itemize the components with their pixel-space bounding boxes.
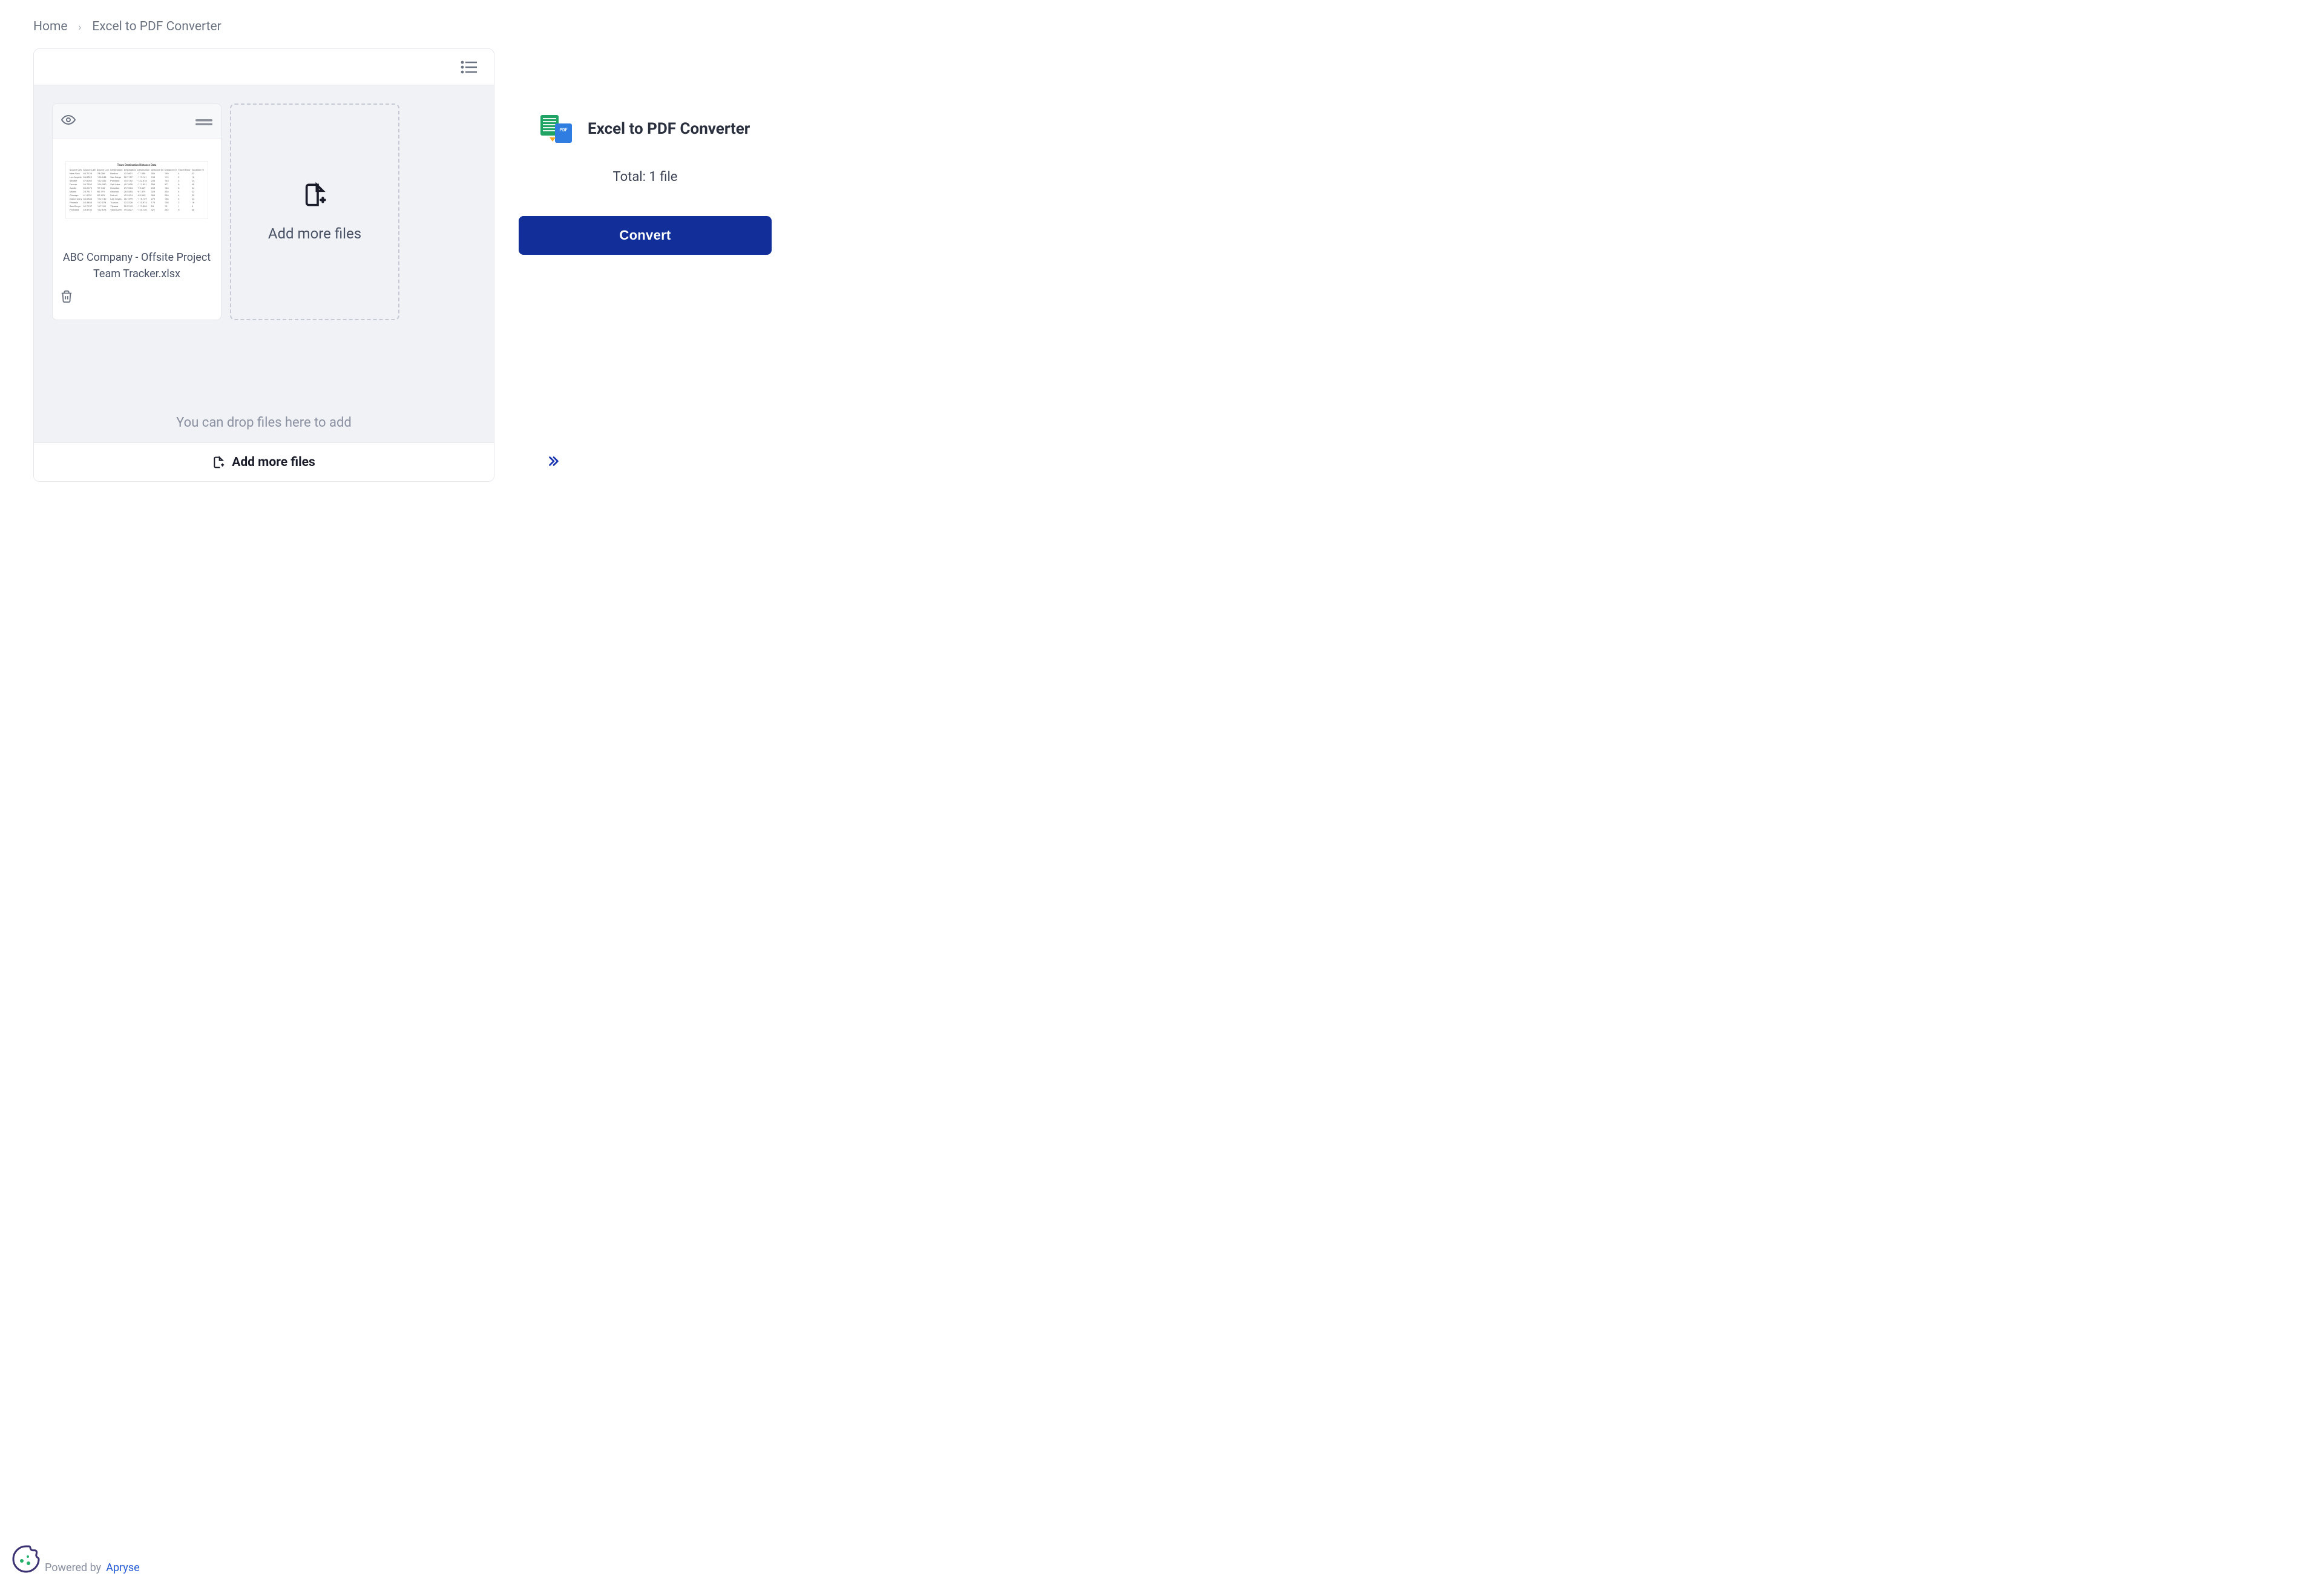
conversion-panel: Excel to PDF Converter Total: 1 file Con…	[519, 48, 772, 482]
chevron-double-right-icon	[547, 455, 560, 468]
list-view-button[interactable]	[456, 54, 482, 80]
total-files: Total: 1 file	[519, 169, 772, 185]
breadcrumb-home[interactable]: Home	[33, 19, 68, 34]
drag-handle-icon[interactable]	[195, 112, 212, 130]
files-drop-area[interactable]: Team Destination Distance Data Source Ci…	[34, 85, 494, 442]
collapse-panel-button[interactable]	[547, 455, 772, 470]
convert-button[interactable]: Convert	[519, 216, 772, 255]
excel-to-pdf-icon	[540, 115, 572, 143]
file-name: ABC Company - Offsite Project Team Track…	[53, 241, 221, 287]
breadcrumb: Home › Excel to PDF Converter	[0, 0, 805, 48]
add-tile-label: Add more files	[268, 225, 361, 242]
trash-icon	[60, 289, 73, 304]
drop-hint: You can drop files here to add	[34, 415, 494, 430]
add-more-files-footer[interactable]: Add more files	[34, 442, 494, 481]
eye-icon	[61, 113, 76, 127]
conversion-title: Excel to PDF Converter	[588, 120, 750, 138]
files-panel: Team Destination Distance Data Source Ci…	[33, 48, 494, 482]
powered-vendor-link[interactable]: Apryse	[106, 1561, 139, 1574]
preview-button[interactable]	[61, 113, 76, 130]
powered-by: Powered by Apryse	[45, 1561, 140, 1574]
add-more-files-tile[interactable]: Add more files	[230, 103, 399, 320]
cookie-consent-button[interactable]	[10, 1543, 42, 1575]
files-toolbar	[34, 49, 494, 85]
file-plus-icon	[212, 456, 225, 469]
footer-add-label: Add more files	[232, 455, 315, 470]
cookie-icon	[10, 1543, 42, 1575]
file-thumbnail: Team Destination Distance Data Source Ci…	[53, 138, 221, 241]
file-plus-icon	[303, 182, 327, 208]
grip-icon	[195, 119, 212, 126]
file-card: Team Destination Distance Data Source Ci…	[52, 103, 222, 320]
powered-prefix: Powered by	[45, 1561, 101, 1574]
list-icon	[461, 61, 478, 74]
chevron-right-icon: ›	[79, 21, 82, 33]
breadcrumb-current: Excel to PDF Converter	[92, 19, 221, 34]
delete-file-button[interactable]	[60, 295, 73, 306]
